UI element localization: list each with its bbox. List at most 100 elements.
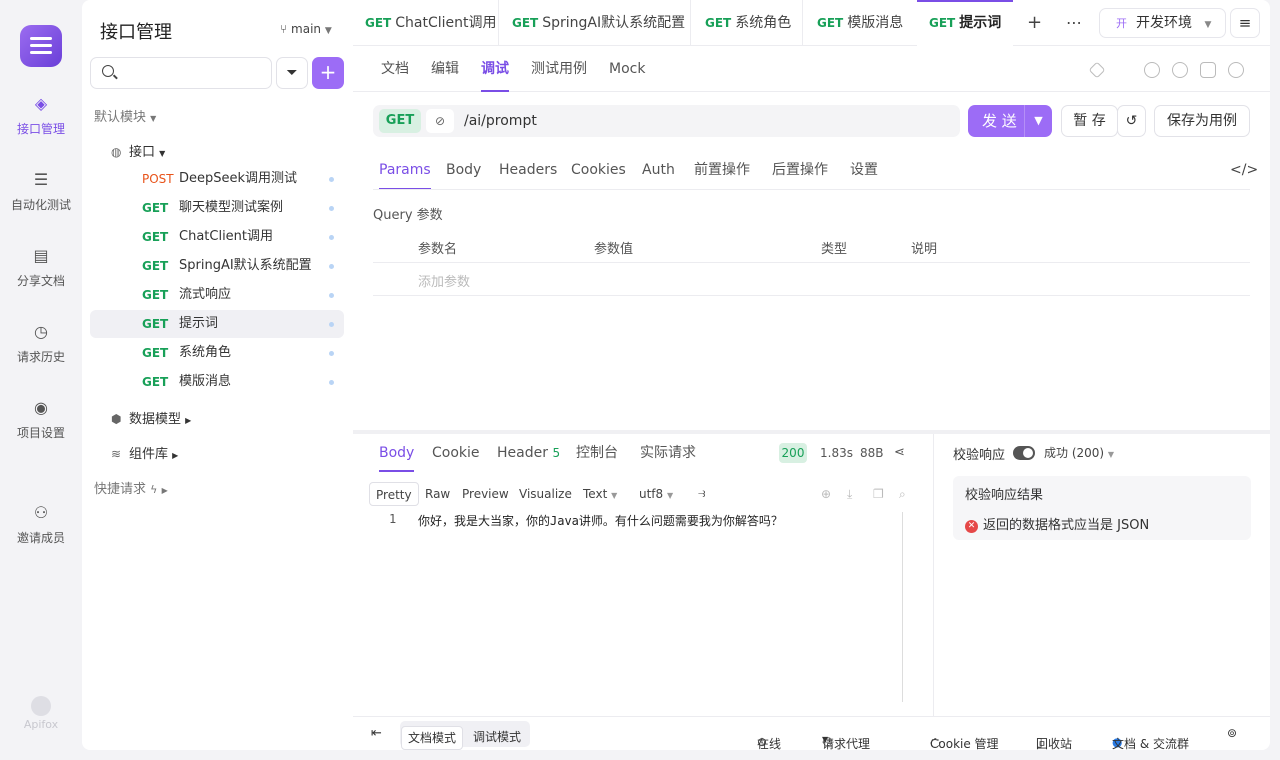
url-input[interactable]: /ai/prompt <box>464 105 537 137</box>
ptab-headers[interactable]: Headers <box>499 150 557 190</box>
upload-icon[interactable]: ⊕ <box>815 482 837 506</box>
share-response-icon[interactable]: ⋖ <box>894 434 905 472</box>
subtab-mock[interactable]: Mock <box>609 46 645 92</box>
share-icon[interactable] <box>1200 62 1216 78</box>
rtab-console[interactable]: 控制台 <box>576 434 618 472</box>
folder-data-models[interactable]: ⬢ 数据模型 ▶ <box>111 408 191 427</box>
copy-response-icon[interactable]: ❐ <box>867 482 890 506</box>
folder-default-module[interactable]: 默认模块 ▼ <box>94 106 156 125</box>
tree-item-template[interactable]: GET 模版消息 <box>90 368 344 396</box>
tab-label: SpringAI默认系统配置 <box>542 15 686 31</box>
ptab-pre[interactable]: 前置操作 <box>694 150 750 190</box>
ptab-params[interactable]: Params <box>379 150 431 190</box>
ptab-cookies[interactable]: Cookies <box>571 150 626 190</box>
tree-item-chatclient[interactable]: GET ChatClient调用 <box>90 223 344 251</box>
fmt-preview[interactable]: Preview <box>456 482 515 506</box>
copy-icon[interactable] <box>1172 62 1188 78</box>
tab-prompt[interactable]: GET 提示词 <box>917 0 1014 46</box>
subtab-edit[interactable]: 编辑 <box>431 46 459 92</box>
rail-item-history[interactable]: ◷ 请求历史 <box>0 322 82 365</box>
new-tab-button[interactable]: + <box>1027 0 1042 46</box>
error-icon: ✕ <box>965 520 978 533</box>
pin-icon[interactable] <box>1088 61 1106 79</box>
tree-item-label: ChatClient调用 <box>179 229 274 244</box>
app-logo[interactable] <box>20 25 62 67</box>
tree-item-system-role[interactable]: GET 系统角色 <box>90 339 344 367</box>
rtab-body[interactable]: Body <box>379 434 415 472</box>
bolt-icon: ϟ <box>150 483 158 496</box>
ptab-post[interactable]: 后置操作 <box>772 150 828 190</box>
filter-button[interactable]: ⏷ <box>276 57 308 89</box>
add-param-row[interactable]: 添加参数 <box>373 263 1250 296</box>
upgrade-icon[interactable]: ⊚ <box>1227 726 1237 740</box>
fmt-visualize[interactable]: Visualize <box>513 482 578 506</box>
subtab-testcases[interactable]: 测试用例 <box>531 46 587 92</box>
send-button[interactable]: 发 送 ▼ <box>968 105 1052 137</box>
tree-item-stream[interactable]: GET 流式响应 <box>90 281 344 309</box>
tree-item-prompt[interactable]: GET 提示词 <box>90 310 344 338</box>
target-icon[interactable] <box>1228 62 1244 78</box>
download-icon[interactable]: ⤓ <box>841 482 858 506</box>
column-header: 参数名 <box>418 242 458 257</box>
folder-components[interactable]: ≋ 组件库 ▶ <box>111 443 178 462</box>
tab-template[interactable]: GET 模版消息 <box>817 0 903 46</box>
search-input[interactable] <box>90 57 272 89</box>
plus-icon: + <box>319 60 337 84</box>
validation-state-select[interactable]: 成功 (200) ▼ <box>1044 444 1114 461</box>
run-icon[interactable] <box>1144 62 1160 78</box>
validation-toggle[interactable] <box>1013 446 1035 460</box>
book-icon: ▤ <box>33 246 49 265</box>
rail-item-settings[interactable]: ◉ 项目设置 <box>0 398 82 441</box>
folder-api[interactable]: ◍ 接口 ▼ <box>111 141 165 160</box>
chevron-down-icon: ▼ <box>611 491 618 500</box>
subtab-doc[interactable]: 文档 <box>381 46 409 92</box>
search-response-icon[interactable]: ⌕ <box>893 482 912 506</box>
response-body[interactable]: 1 你好，我是大当家，你的Java讲师。有什么问题需要我为你解答吗？ <box>353 512 913 702</box>
ptab-settings[interactable]: 设置 <box>850 150 878 190</box>
menu-button[interactable]: ≡ <box>1230 8 1260 38</box>
rtab-actual[interactable]: 实际请求 <box>640 434 696 472</box>
rail-item-api[interactable]: ◈ 接口管理 <box>0 94 82 137</box>
add-button[interactable]: + <box>312 57 344 89</box>
tree-item-chat-model[interactable]: GET 聊天模型测试案例 <box>90 194 344 222</box>
rail-item-share[interactable]: ▤ 分享文档 <box>0 246 82 289</box>
ptab-auth[interactable]: Auth <box>642 150 675 190</box>
link-icon[interactable]: ⊘ <box>426 109 454 133</box>
rail-item-invite[interactable]: ⚇ 邀请成员 <box>0 503 82 546</box>
column-header: 类型 <box>821 242 848 257</box>
reset-button[interactable]: ↺ <box>1117 105 1146 137</box>
save-temp-button[interactable]: 暂 存 <box>1061 105 1118 137</box>
send-dropdown-icon[interactable]: ▼ <box>1024 105 1052 137</box>
tree-item-deepseek[interactable]: POST DeepSeek调用测试 <box>90 165 344 193</box>
fmt-raw[interactable]: Raw <box>419 482 456 506</box>
tab-system-role[interactable]: GET 系统角色 <box>705 0 791 46</box>
folder-quick-requests[interactable]: 快捷请求 ϟ ▶ <box>94 478 168 497</box>
ptab-body[interactable]: Body <box>446 150 481 190</box>
clock-icon: ◷ <box>34 322 48 341</box>
rail-item-automation[interactable]: ☰ 自动化测试 <box>0 170 82 213</box>
branch-selector[interactable]: ⑂ main ▼ <box>280 22 332 36</box>
doc-mode-button[interactable]: 文档模式 <box>401 726 464 750</box>
method-select[interactable]: GET <box>379 109 421 133</box>
tab-chatclient[interactable]: GET ChatClient调用 <box>365 0 496 46</box>
tree-item-springai-config[interactable]: GET SpringAI默认系统配置 <box>90 252 344 280</box>
fmt-pretty[interactable]: Pretty <box>369 482 419 506</box>
environment-select[interactable]: 开开发环境 ▼ <box>1099 8 1226 38</box>
type-select[interactable]: Text ▼ <box>577 482 623 506</box>
tab-springai-config[interactable]: GET SpringAI默认系统配置 <box>512 0 685 46</box>
rtab-header[interactable]: Header 5 <box>497 434 560 472</box>
collapse-sidebar-icon[interactable]: ⇤ <box>371 726 382 741</box>
subtab-debug[interactable]: 调试 <box>481 46 509 92</box>
caret-right-icon: ▶ <box>185 416 192 425</box>
save-case-button[interactable]: 保存为用例 <box>1154 105 1250 137</box>
code-icon[interactable]: </> <box>1230 150 1258 190</box>
automation-icon: ☰ <box>33 170 49 189</box>
rtab-cookie[interactable]: Cookie <box>432 434 480 472</box>
wrap-icon[interactable]: ⥽ <box>692 482 711 506</box>
scrollbar[interactable] <box>902 512 903 702</box>
debug-mode-button[interactable]: 调试模式 <box>467 726 527 750</box>
status-dot <box>329 206 334 211</box>
encoding-select[interactable]: utf8 ▼ <box>633 482 679 506</box>
more-tabs-button[interactable]: ⋯ <box>1066 0 1082 46</box>
brand-mark: Apifox <box>0 696 82 731</box>
